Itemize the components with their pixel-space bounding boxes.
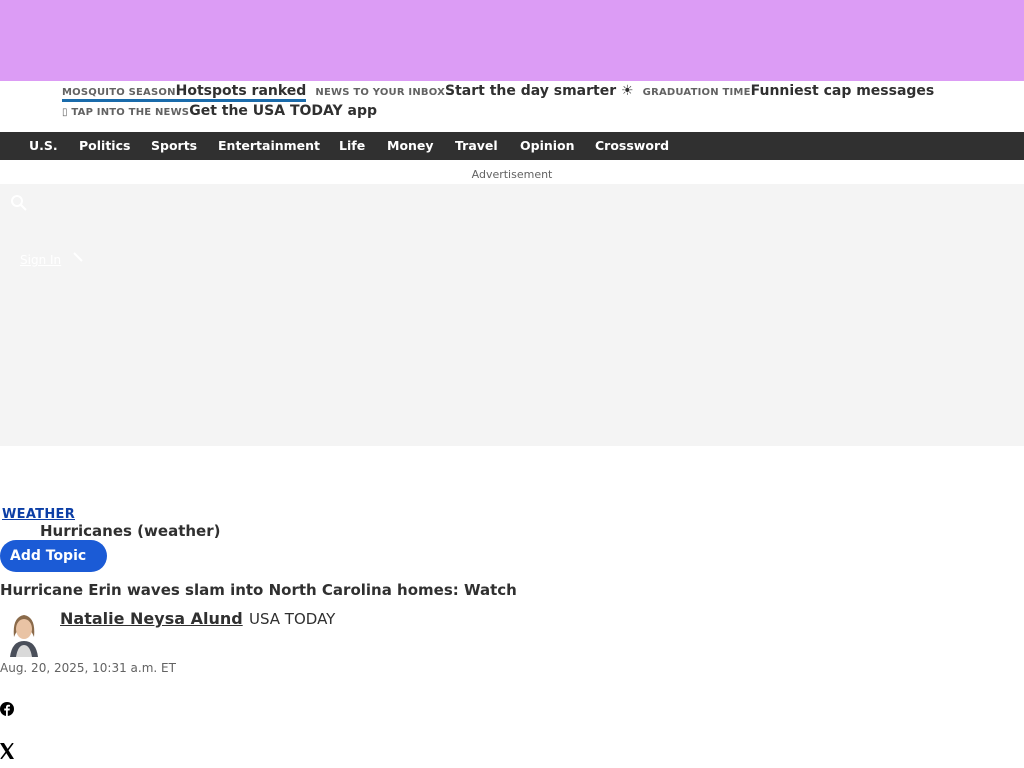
- nav-item-life[interactable]: Life: [339, 132, 365, 160]
- trending-kicker: TAP INTO THE NEWS: [71, 107, 190, 118]
- trending-kicker: GRADUATION TIME: [642, 87, 751, 98]
- article-headline: Hurricane Erin waves slam into North Car…: [0, 581, 517, 599]
- trending-headline: Funniest cap messages: [750, 83, 935, 99]
- trending-item-hotspots[interactable]: MOSQUITO SEASONHotspots ranked: [62, 80, 307, 102]
- trending-item-graduation[interactable]: GRADUATION TIMEFunniest cap messages: [643, 80, 935, 99]
- trending-item-newsletter[interactable]: NEWS TO YOUR INBOXStart the day smarter …: [315, 80, 633, 99]
- search-icon[interactable]: [10, 194, 28, 216]
- nav-item-politics[interactable]: Politics: [79, 132, 130, 160]
- topic-name: Hurricanes (weather): [40, 522, 221, 540]
- trending-headline: Get the USA TODAY app: [189, 103, 378, 119]
- add-topic-button[interactable]: Add Topic: [0, 540, 107, 572]
- nav-item-travel[interactable]: Travel: [455, 132, 498, 160]
- x-icon[interactable]: [0, 742, 14, 763]
- category-link[interactable]: WEATHER: [2, 507, 75, 522]
- trending-headline: Hotspots ranked: [175, 83, 307, 99]
- author-avatar[interactable]: [0, 607, 48, 657]
- nav-item-sports[interactable]: Sports: [151, 132, 197, 160]
- publish-timestamp: Aug. 20, 2025, 10:31 a.m. ET: [0, 661, 176, 675]
- mobile-icon: ▯: [62, 107, 72, 118]
- trending-bar: MOSQUITO SEASONHotspots ranked NEWS TO Y…: [62, 80, 962, 130]
- trending-row: MOSQUITO SEASONHotspots ranked NEWS TO Y…: [62, 80, 935, 102]
- eye-icon[interactable]: [12, 165, 44, 187]
- outlet-name: USA TODAY: [249, 610, 336, 628]
- trending-item-app[interactable]: ▯ TAP INTO THE NEWSGet the USA TODAY app: [62, 100, 377, 119]
- trending-kicker: MOSQUITO SEASON: [62, 87, 176, 98]
- author-link[interactable]: Natalie Neysa Alund: [60, 609, 243, 628]
- advertisement-slot[interactable]: [0, 184, 1024, 446]
- nav-item-opinion[interactable]: Opinion: [520, 132, 575, 160]
- nav-item-us[interactable]: U.S.: [29, 132, 58, 160]
- nav-item-entertainment[interactable]: Entertainment: [218, 132, 320, 160]
- nav-item-crossword[interactable]: Crossword: [595, 132, 669, 160]
- trending-row: ▯ TAP INTO THE NEWSGet the USA TODAY app: [62, 100, 377, 120]
- main-nav: U.S. Politics Sports Entertainment Life …: [0, 132, 1024, 160]
- advertisement-label: Advertisement: [471, 168, 553, 181]
- facebook-icon[interactable]: [0, 701, 14, 721]
- nav-item-money[interactable]: Money: [387, 132, 434, 160]
- top-advertisement[interactable]: [0, 0, 1024, 81]
- sign-in-link[interactable]: Sign In: [20, 253, 61, 267]
- trending-headline: Start the day smarter ☀: [445, 83, 634, 99]
- pencil-icon[interactable]: [72, 248, 84, 267]
- trending-kicker: NEWS TO YOUR INBOX: [315, 87, 445, 98]
